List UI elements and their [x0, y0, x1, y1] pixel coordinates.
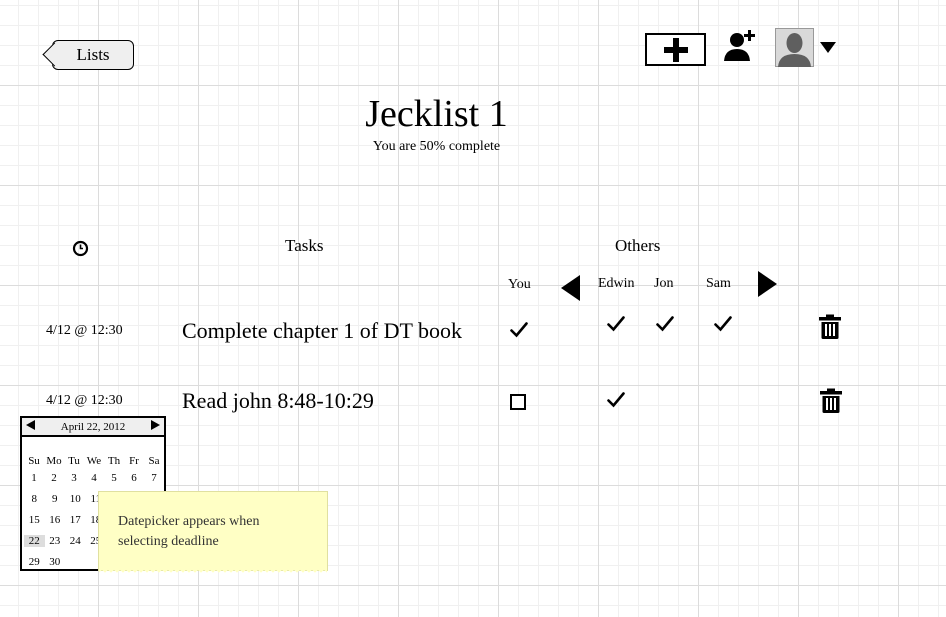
back-button-label: Lists [76, 45, 110, 64]
day-cell-selected[interactable]: 22 [24, 534, 45, 547]
day-cell[interactable]: 16 [45, 514, 66, 526]
datepicker-month-label: April 22, 2012 [60, 420, 126, 433]
task-deadline[interactable]: 4/12 @ 12:30 [46, 393, 123, 409]
next-people-button[interactable] [758, 271, 777, 302]
progress-text: You are 50% complete [372, 139, 501, 154]
weekday-row: Su Mo Tu We Th Fr Sa [24, 454, 164, 467]
previous-people-button[interactable] [561, 275, 580, 306]
day-cell[interactable]: 10 [65, 493, 86, 505]
plus-icon [663, 37, 688, 62]
sam-status [714, 316, 732, 337]
task-name[interactable]: Read john 8:48-10:29 [182, 388, 374, 414]
check-icon [607, 392, 625, 408]
delete-task-button[interactable] [819, 314, 841, 344]
next-month-button[interactable] [150, 420, 160, 433]
caret-down-icon [820, 42, 836, 53]
week-row: 1 2 3 4 5 6 7 [24, 467, 164, 488]
day-cell[interactable]: 15 [24, 514, 45, 526]
arrow-left-icon [561, 275, 580, 301]
check-icon [607, 316, 625, 332]
day-cell[interactable]: 29 [24, 556, 45, 568]
edwin-status [607, 316, 625, 337]
day-cell[interactable]: 9 [45, 493, 66, 505]
tasks-column-header: Tasks [285, 236, 324, 255]
previous-month-button[interactable] [26, 420, 35, 433]
profile-dropdown-arrow[interactable] [820, 41, 836, 59]
list-title: Jecklist 1 [365, 93, 508, 135]
weekday-label: Sa [148, 454, 160, 467]
person-header-jon: Jon [654, 276, 674, 291]
arrow-right-icon [150, 420, 160, 430]
day-cell[interactable]: 1 [24, 472, 44, 484]
day-cell[interactable]: 24 [65, 535, 86, 547]
you-status-checkbox[interactable] [510, 322, 528, 343]
trash-icon [819, 314, 841, 339]
invite-user-button[interactable] [722, 28, 758, 69]
you-column-header: You [508, 277, 531, 292]
others-column-header: Others [615, 236, 661, 255]
weekday-label: Th [107, 454, 121, 467]
jon-status [656, 316, 674, 337]
you-status-checkbox[interactable] [510, 394, 526, 410]
day-cell[interactable]: 17 [65, 514, 86, 526]
deadline-column-header[interactable] [72, 240, 89, 262]
clock-icon [72, 240, 89, 257]
day-cell[interactable]: 4 [84, 472, 104, 484]
check-icon [510, 322, 528, 338]
weekday-label: We [86, 454, 102, 467]
task-deadline[interactable]: 4/12 @ 12:30 [46, 323, 123, 339]
add-task-button[interactable] [645, 33, 706, 66]
annotation-text: Datepicker appears when selecting deadli… [118, 514, 260, 549]
delete-task-button[interactable] [820, 388, 842, 418]
weekday-label: Fr [129, 454, 139, 467]
day-cell[interactable]: 3 [64, 472, 84, 484]
check-icon [656, 316, 674, 332]
arrow-left-icon [26, 420, 35, 430]
add-user-icon [724, 30, 755, 61]
person-header-edwin: Edwin [598, 276, 635, 291]
arrow-right-icon [758, 271, 777, 297]
edwin-status [607, 392, 625, 413]
weekday-label: Su [28, 454, 40, 467]
profile-menu-button[interactable] [775, 28, 815, 68]
day-cell[interactable]: 5 [104, 472, 124, 484]
user-avatar-icon [775, 28, 814, 67]
day-cell[interactable]: 8 [24, 493, 45, 505]
back-to-lists-button[interactable]: Lists [52, 40, 134, 70]
annotation-note: Datepicker appears when selecting deadli… [98, 491, 328, 575]
trash-icon [820, 388, 842, 413]
datepicker-header: April 22, 2012 [22, 418, 164, 437]
day-cell[interactable]: 7 [144, 472, 164, 484]
day-cell[interactable]: 23 [45, 535, 66, 547]
day-cell[interactable]: 30 [45, 556, 66, 568]
task-name[interactable]: Complete chapter 1 of DT book [182, 318, 462, 344]
day-cell[interactable]: 6 [124, 472, 144, 484]
check-icon [714, 316, 732, 332]
day-cell[interactable]: 2 [44, 472, 64, 484]
weekday-label: Tu [68, 454, 80, 467]
weekday-label: Mo [46, 454, 62, 467]
person-header-sam: Sam [706, 276, 731, 291]
